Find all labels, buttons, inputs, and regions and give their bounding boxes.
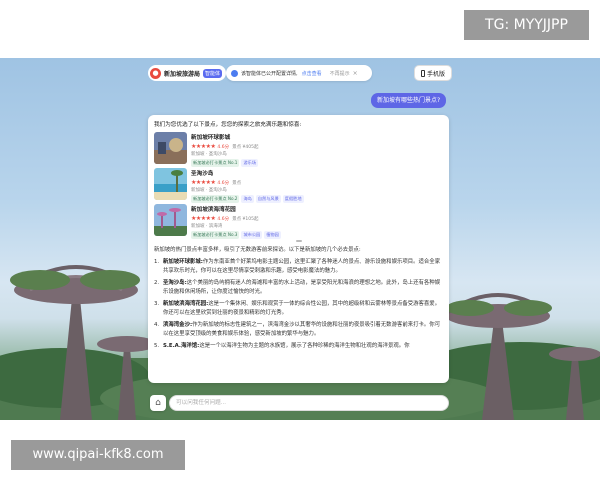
close-icon[interactable]: ×	[353, 70, 358, 77]
list-item-title: 新加坡滨海湾花园:	[163, 301, 209, 307]
attraction-location: 新加坡 · 圣淘沙岛	[191, 188, 227, 193]
list-item: 4. 滨海湾金沙:作为新加坡的标志性建筑之一，滨海湾金沙以其奢华的设施和壮丽的夜…	[154, 322, 441, 337]
attraction-location: 新加坡 · 滨海湾	[191, 224, 223, 229]
brand-logo-icon: ●	[150, 67, 161, 79]
attraction-thumbnail	[154, 132, 187, 164]
phone-icon	[420, 69, 425, 77]
attraction-name: 圣淘沙岛	[191, 171, 214, 177]
notice-text: 该智能体已公开配置详情,	[241, 70, 298, 77]
attraction-thumbnail	[154, 168, 187, 200]
agent-badge: 智能体	[203, 68, 223, 78]
page: TG: MYYJJPP ● 新加坡旅游局 智能体 该智能体已公开配置详情, 点击…	[0, 0, 600, 480]
attraction-tag: 植物园	[264, 231, 281, 239]
list-item-title: 圣淘沙岛:	[163, 280, 187, 286]
info-icon	[231, 69, 238, 77]
list-item-text: 这个美丽的岛屿拥有迷人的海滩和丰富的水上活动，是享受阳光和海浪的理想之地。此外，…	[163, 280, 441, 295]
attraction-tag: 自然与风景	[255, 195, 281, 203]
answer-intro: 我们为您优选了以下景点，您您的探索之旅充满乐趣和惊喜:	[154, 122, 302, 128]
config-notice: 该智能体已公开配置详情, 点击查看 不再提示 ×	[226, 65, 372, 81]
rating-stars: ★★★★★	[191, 215, 216, 222]
watermark-top: TG: MYYJJPP	[464, 10, 589, 40]
attraction-name: 新加坡滨海湾花园	[191, 207, 236, 213]
user-message-bubble: 新加坡有哪些热门景点?	[371, 93, 447, 108]
attraction-thumbnail	[154, 204, 187, 236]
answer-card: 我们为您优选了以下景点，您您的探索之旅充满乐趣和惊喜: 新加坡环球影城 ★★★★…	[148, 115, 449, 383]
list-item: 5. S.E.A.海洋馆:这是一个以海洋生物为主题的水族馆，展示了各种珍稀的海洋…	[154, 343, 410, 349]
attraction-tag: 新加坡必打卡景点 No.2	[191, 195, 240, 203]
attraction-item[interactable]: 新加坡滨海湾花园 ★★★★★ 4.6分 景点 ¥105起 新加坡 · 滨海湾 新…	[154, 204, 443, 239]
list-item-text: 作为新加坡的标志性建筑之一，滨海湾金沙以其奢华的设施和壮丽的夜景吸引着无数游客前…	[163, 322, 441, 337]
notice-dismiss-button[interactable]: 不再提示	[330, 70, 350, 77]
list-item-text: 这是一个以海洋生物为主题的水族馆，展示了各种珍稀的海洋生物和壮观的海洋景观。你	[199, 343, 410, 349]
list-item-text: 作为东南亚首个好莱坞电影主题公园，这里汇聚了各种迷人的景点、游乐设施和娱乐项目。…	[163, 259, 441, 274]
list-item: 2. 圣淘沙岛:这个美丽的岛屿拥有迷人的海滩和丰富的水上活动，是享受阳光和海浪的…	[154, 280, 441, 295]
attraction-list: 1. 新加坡环球影城:作为东南亚首个好莱坞电影主题公园，这里汇聚了各种迷人的景点…	[154, 258, 443, 351]
expand-handle[interactable]	[295, 240, 302, 242]
home-icon: ⌂	[155, 398, 161, 408]
watermark-bottom: www.qipai-kfk8.com	[11, 440, 185, 470]
brand-name: 新加坡旅游局	[164, 70, 201, 78]
rating-score: 4.6分	[217, 180, 230, 186]
attraction-meta: 景点	[232, 180, 242, 186]
mobile-version-button[interactable]: 手机版	[414, 65, 452, 81]
attraction-meta: 景点 ¥405起	[232, 144, 259, 150]
brand-chip[interactable]: ● 新加坡旅游局 智能体	[148, 65, 227, 81]
rating-score: 4.6分	[217, 216, 230, 222]
list-item-title: 新加坡环球影城:	[163, 259, 203, 265]
rating-stars: ★★★★★	[191, 143, 216, 150]
attraction-name: 新加坡环球影城	[191, 135, 231, 141]
list-item: 3. 新加坡滨海湾花园:这是一个集休闲、娱乐和观赏于一体的综合性公园，其中的超级…	[154, 301, 441, 316]
notice-view-link[interactable]: 点击查看	[302, 70, 322, 77]
attraction-tag: 城市公园	[241, 231, 263, 239]
attraction-tag: 新加坡必打卡景点 No.1	[191, 159, 240, 167]
attraction-tag: 海岛	[241, 195, 254, 203]
attraction-item[interactable]: 新加坡环球影城 ★★★★★ 4.6分 景点 ¥405起 新加坡 · 圣淘沙岛 新…	[154, 132, 443, 167]
chat-input[interactable]	[169, 395, 449, 411]
list-item-title: S.E.A.海洋馆:	[163, 343, 200, 349]
attraction-tag: 游乐场	[241, 159, 259, 167]
attraction-item[interactable]: 圣淘沙岛 ★★★★★ 4.6分 景点 新加坡 · 圣淘沙岛 新加坡必打卡景点 N…	[154, 168, 443, 203]
rating-stars: ★★★★★	[191, 179, 216, 186]
attraction-location: 新加坡 · 圣淘沙岛	[191, 152, 227, 157]
list-item: 1. 新加坡环球影城:作为东南亚首个好莱坞电影主题公园，这里汇聚了各种迷人的景点…	[154, 259, 441, 274]
attraction-meta: 景点 ¥105起	[232, 216, 259, 222]
answer-summary: 新加坡的热门景点丰富多样，吸引了无数游客前来探访。以下是新加坡的几个必去景点:	[154, 247, 361, 253]
rating-score: 4.6分	[217, 144, 230, 150]
mobile-label: 手机版	[426, 70, 445, 78]
home-button[interactable]: ⌂	[150, 395, 166, 411]
list-item-title: 滨海湾金沙:	[163, 322, 193, 328]
attraction-tag: 度假胜地	[282, 195, 304, 203]
attraction-tag: 新加坡必打卡景点 No.3	[191, 231, 240, 239]
